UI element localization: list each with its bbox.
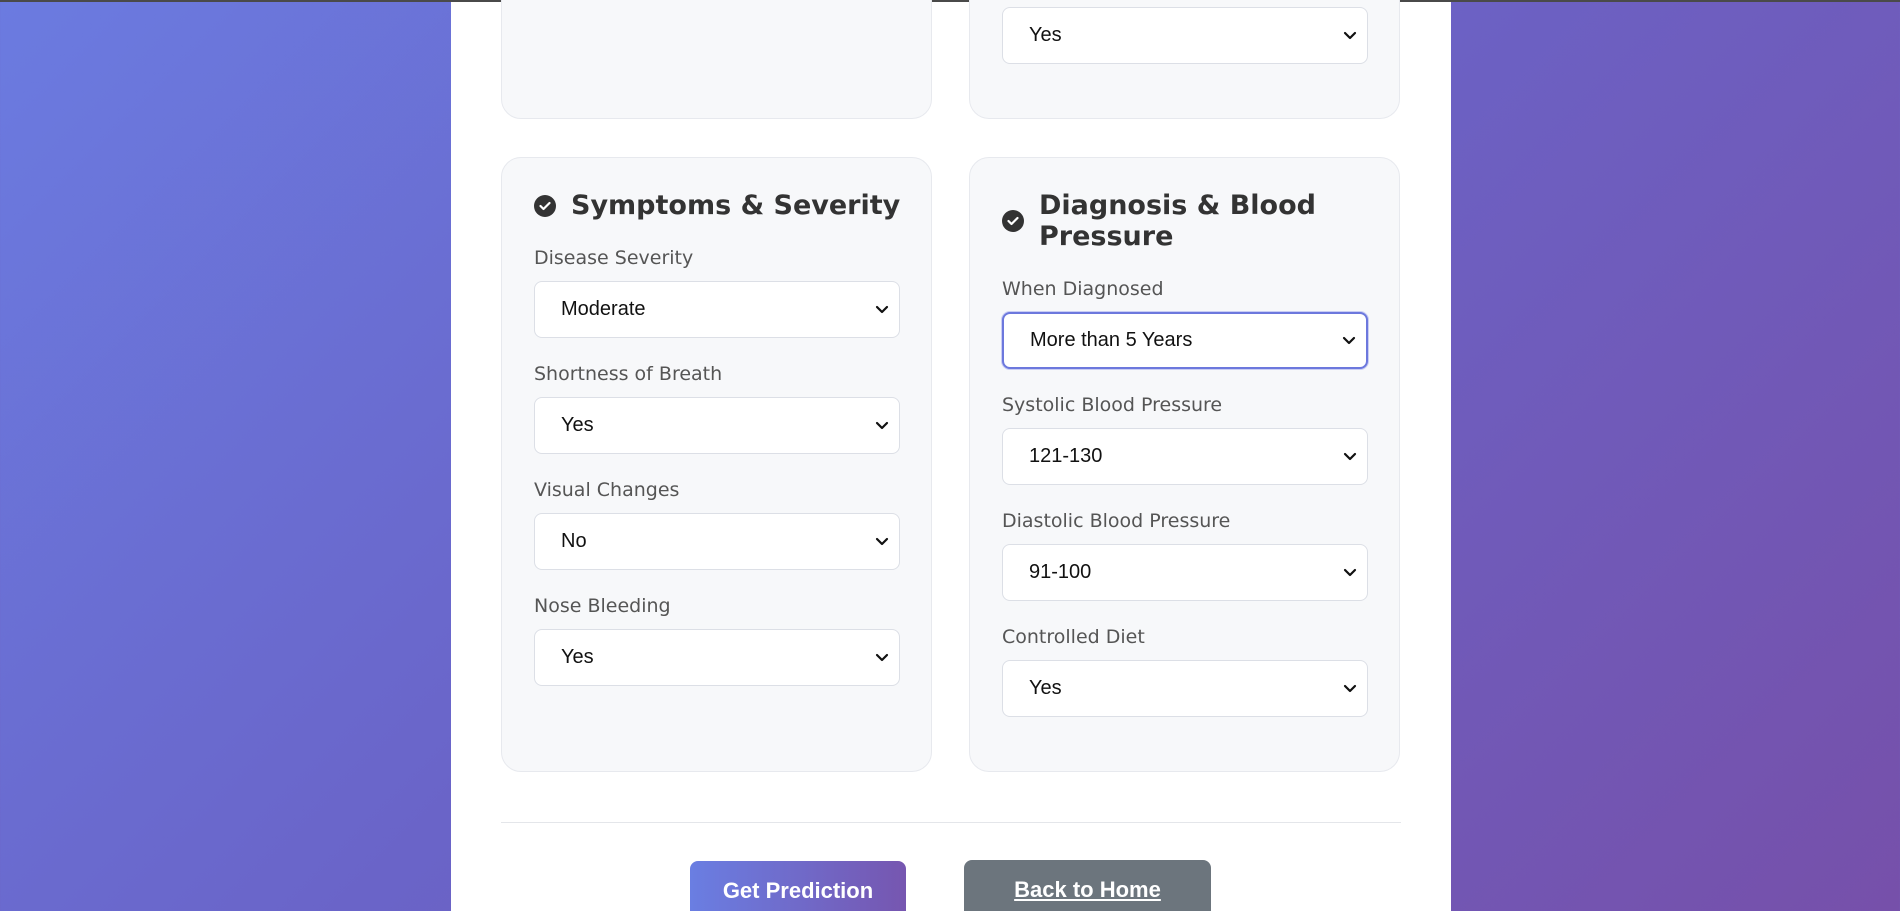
controlled-diet-select[interactable]: Yes	[1002, 660, 1368, 717]
chevron-down-icon	[1342, 336, 1356, 344]
select-value: Yes	[1029, 24, 1062, 46]
section-title: Diagnosis & Blood Pressure	[1002, 190, 1316, 252]
chevron-down-icon	[1343, 684, 1357, 692]
section-title: Symptoms & Severity	[534, 190, 900, 221]
systolic-bp-label: Systolic Blood Pressure	[1002, 394, 1223, 416]
chevron-down-icon	[1343, 31, 1357, 39]
section-title-line1: Diagnosis & Blood	[1039, 190, 1316, 221]
section-title-line2: Pressure	[1039, 221, 1174, 252]
when-diagnosed-label: When Diagnosed	[1002, 278, 1164, 300]
section-title-text: Diagnosis & Blood Pressure	[1039, 190, 1316, 252]
select-value: Yes	[561, 414, 594, 436]
chevron-down-icon	[1343, 452, 1357, 460]
chevron-down-icon	[875, 537, 889, 545]
section-title-text: Symptoms & Severity	[571, 190, 901, 221]
select-value: Yes	[1029, 677, 1062, 699]
chevron-down-icon	[875, 653, 889, 661]
diastolic-bp-label: Diastolic Blood Pressure	[1002, 510, 1231, 532]
controlled-diet-label: Controlled Diet	[1002, 626, 1145, 648]
systolic-bp-select[interactable]: 121-130	[1002, 428, 1368, 485]
when-diagnosed-select[interactable]: More than 5 Years	[1002, 312, 1368, 369]
previous-section-select[interactable]: Yes	[1002, 7, 1368, 64]
nose-bleeding-select[interactable]: Yes	[534, 629, 900, 686]
select-value: Moderate	[561, 298, 646, 320]
shortness-of-breath-select[interactable]: Yes	[534, 397, 900, 454]
symptoms-severity-card: Symptoms & Severity Disease Severity Mod…	[501, 157, 932, 772]
previous-section-card-right: Yes	[969, 0, 1400, 119]
shortness-of-breath-label: Shortness of Breath	[534, 363, 723, 385]
get-prediction-button[interactable]: Get Prediction	[690, 861, 906, 911]
select-value: No	[561, 530, 587, 552]
diagnosis-blood-pressure-card: Diagnosis & Blood Pressure When Diagnose…	[969, 157, 1400, 772]
disease-severity-select[interactable]: Moderate	[534, 281, 900, 338]
chevron-down-icon	[1343, 568, 1357, 576]
previous-section-card-left	[501, 0, 932, 119]
chevron-down-icon	[875, 305, 889, 313]
select-value: 91-100	[1029, 561, 1092, 583]
chevron-down-icon	[875, 421, 889, 429]
back-to-home-button[interactable]: Back to Home	[964, 860, 1211, 911]
check-circle-icon	[1002, 210, 1024, 232]
select-value: More than 5 Years	[1030, 329, 1193, 351]
check-circle-icon	[534, 194, 556, 217]
visual-changes-label: Visual Changes	[534, 479, 680, 501]
select-value: 121-130	[1029, 445, 1103, 467]
nose-bleeding-label: Nose Bleeding	[534, 595, 671, 617]
form-divider	[501, 822, 1401, 823]
form-container: Yes Symptoms & Severity Disease Severity…	[451, 0, 1451, 911]
visual-changes-select[interactable]: No	[534, 513, 900, 570]
select-value: Yes	[561, 646, 594, 668]
diastolic-bp-select[interactable]: 91-100	[1002, 544, 1368, 601]
disease-severity-label: Disease Severity	[534, 247, 694, 269]
